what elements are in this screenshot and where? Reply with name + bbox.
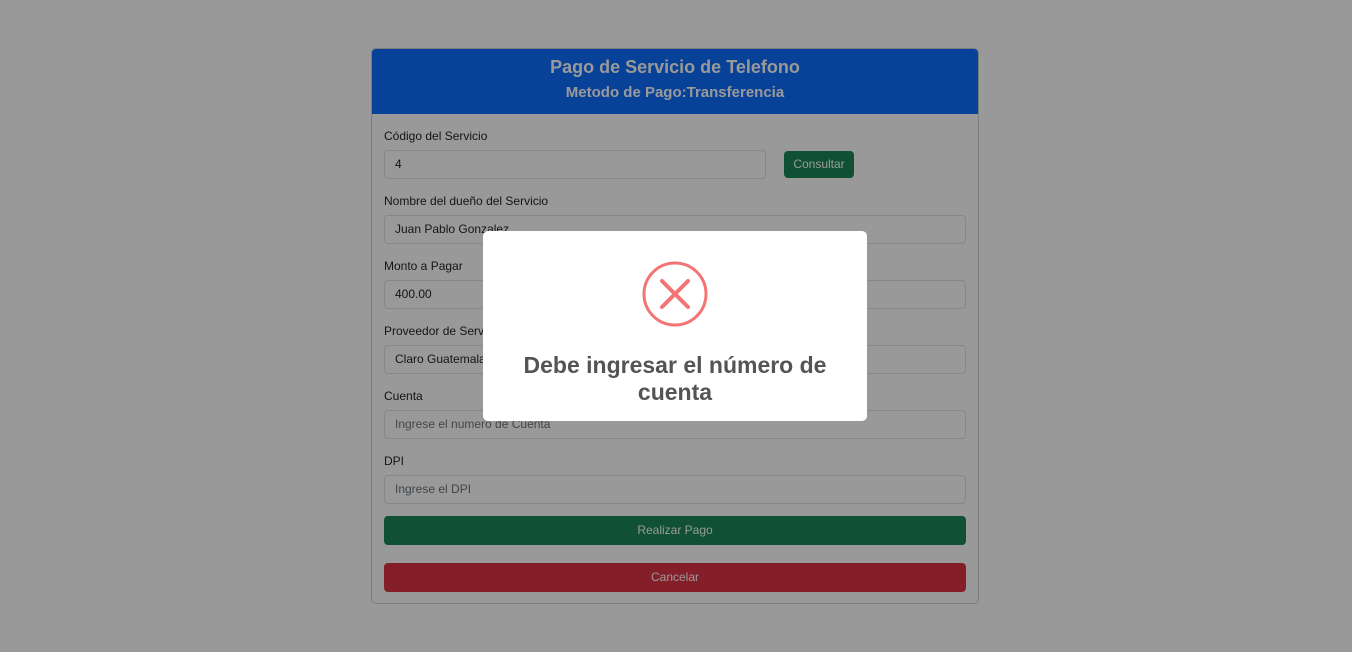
error-modal: Debe ingresar el número de cuenta xyxy=(483,231,867,421)
error-message: Debe ingresar el número de cuenta xyxy=(523,352,827,405)
error-x-icon xyxy=(642,261,708,327)
